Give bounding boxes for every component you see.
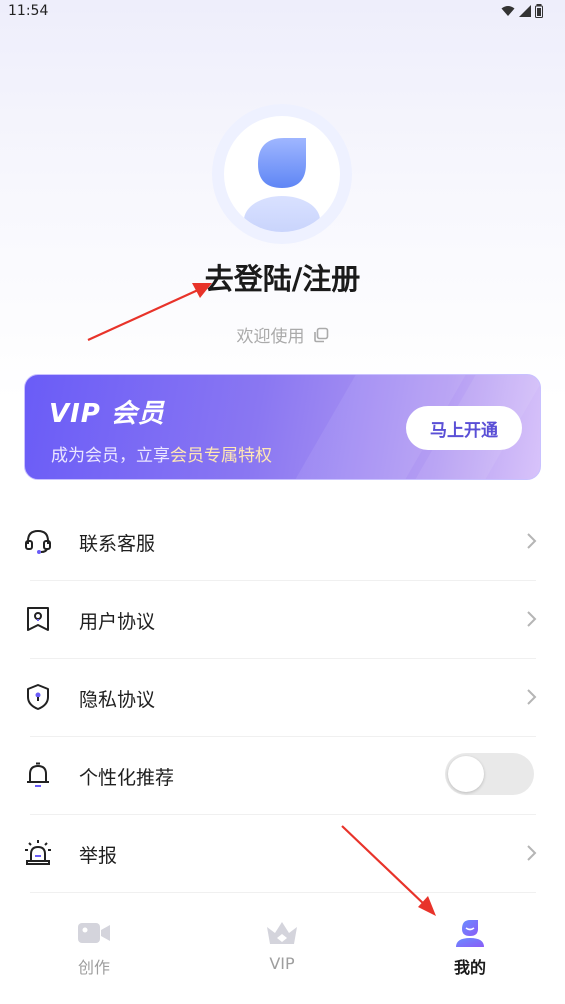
status-icons xyxy=(501,4,543,18)
tab-create[interactable]: 创作 xyxy=(34,918,154,988)
tab-label: 我的 xyxy=(453,958,486,977)
menu-item-label: 用户协议 xyxy=(79,611,156,633)
menu-item-label: 个性化推荐 xyxy=(79,767,175,789)
menu-item-report[interactable]: 举报 xyxy=(0,814,565,892)
copy-icon[interactable] xyxy=(313,327,329,343)
video-camera-icon xyxy=(78,923,110,943)
chevron-right-icon xyxy=(527,533,537,549)
menu-item-label: 隐私协议 xyxy=(79,689,156,711)
menu-divider xyxy=(30,892,536,893)
menu-item-label: 联系客服 xyxy=(79,533,156,555)
menu-item-contact-support[interactable]: 联系客服 xyxy=(0,502,565,580)
menu-item-privacy-agreement[interactable]: 隐私协议 xyxy=(0,658,565,736)
menu-item-label: 举报 xyxy=(79,845,118,867)
alarm-icon xyxy=(25,840,51,865)
signal-icon xyxy=(519,5,531,17)
vip-subtitle-highlight: 会员专属特权 xyxy=(170,446,272,466)
agreement-icon xyxy=(27,607,49,631)
headset-icon xyxy=(25,529,51,554)
vip-card-title: VIP 会员 xyxy=(49,399,165,429)
tab-label: 创作 xyxy=(77,958,110,977)
crown-icon xyxy=(267,922,297,944)
chevron-right-icon xyxy=(527,611,537,627)
tab-label: VIP xyxy=(269,954,295,973)
vip-card[interactable]: VIP 会员 成为会员，立享会员专属特权 马上开通 xyxy=(24,374,541,480)
chevron-right-icon xyxy=(527,689,537,705)
tab-mine[interactable]: 我的 xyxy=(410,918,530,988)
shield-lock-icon xyxy=(27,684,49,710)
chevron-right-icon xyxy=(527,845,537,861)
personalized-recommendation-toggle[interactable] xyxy=(445,753,534,795)
user-icon xyxy=(456,920,484,947)
vip-open-button[interactable]: 马上开通 xyxy=(406,406,522,450)
welcome-row: 欢迎使用 xyxy=(0,322,565,347)
menu-item-user-agreement[interactable]: 用户协议 xyxy=(0,580,565,658)
wifi-icon xyxy=(501,6,515,16)
bell-icon xyxy=(27,762,49,787)
status-bar: 11:54 xyxy=(0,0,565,26)
avatar[interactable] xyxy=(224,116,340,232)
login-register-link[interactable]: 去登陆/注册 xyxy=(0,256,565,298)
tab-vip[interactable]: VIP xyxy=(222,918,342,988)
vip-subtitle-prefix: 成为会员，立享 xyxy=(51,446,170,466)
toggle-knob xyxy=(448,756,484,792)
default-avatar-icon xyxy=(244,138,320,232)
welcome-text: 欢迎使用 xyxy=(236,327,305,347)
status-time: 11:54 xyxy=(8,3,49,19)
vip-card-subtitle: 成为会员，立享会员专属特权 xyxy=(51,441,272,466)
bottom-tab-bar: 创作 VIP 我的 xyxy=(0,906,565,1004)
battery-icon xyxy=(535,4,543,18)
